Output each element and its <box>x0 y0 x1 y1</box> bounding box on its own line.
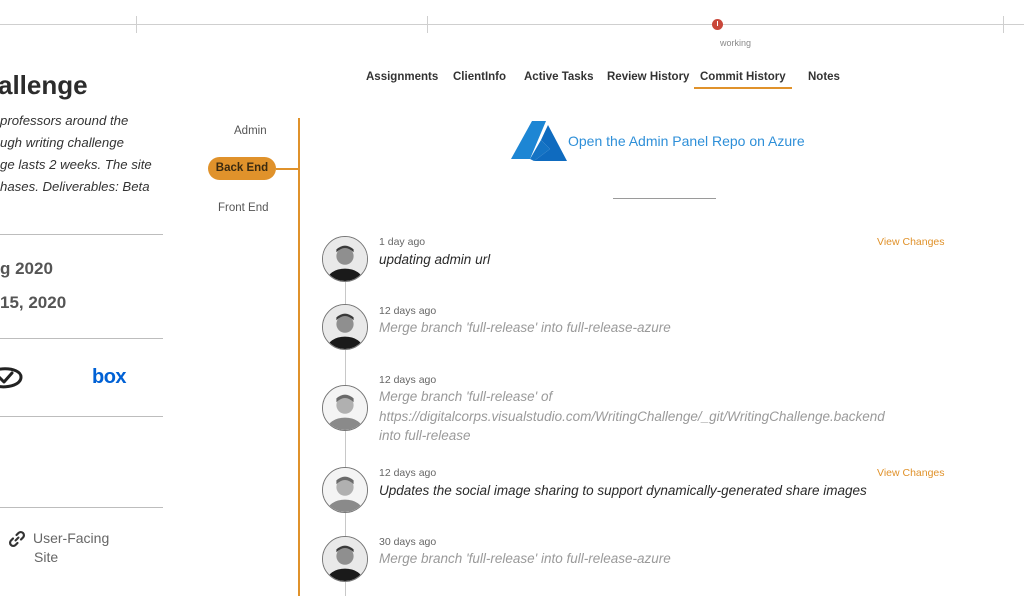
description-line: hases. Deliverables: Beta <box>0 179 150 194</box>
subnav-connector <box>276 168 298 170</box>
commit-message-line: Merge branch 'full-release' into full-re… <box>379 320 671 335</box>
project-end-date: 15, 2020 <box>0 293 67 312</box>
divider <box>0 234 163 235</box>
commit-time: 12 days ago <box>379 374 437 386</box>
commit-time: 12 days ago <box>379 305 437 317</box>
tab-notes[interactable]: Notes <box>808 71 840 83</box>
tab-clientinfo[interactable]: ClientInfo <box>453 71 506 83</box>
azure-logo-icon[interactable] <box>510 119 568 163</box>
view-changes-link[interactable]: View Changes <box>877 467 945 479</box>
project-title: allenge <box>0 70 88 100</box>
commit-author-avatar <box>322 467 368 513</box>
commit-message-line: Merge branch 'full-release' of <box>379 389 553 404</box>
subnav-front-end[interactable]: Front End <box>218 202 269 214</box>
subnav-back-end[interactable]: Back End <box>208 157 276 180</box>
tab-review-history[interactable]: Review History <box>607 71 689 83</box>
commit-author-avatar <box>322 536 368 582</box>
commit-message: Merge branch 'full-release' of https://d… <box>379 387 885 446</box>
description-line: ugh writing challenge <box>0 135 124 150</box>
description-line: ge lasts 2 weeks. The site <box>0 157 152 172</box>
site-label-line: Site <box>34 549 59 565</box>
commit-message-line: Updates the social image sharing to supp… <box>379 483 867 498</box>
timeline-tick <box>1003 16 1004 33</box>
box-logo[interactable]: box <box>92 366 127 389</box>
commit-author-avatar <box>322 385 368 431</box>
timeline-status-marker[interactable] <box>712 19 723 30</box>
description-line: professors around the <box>0 113 129 128</box>
commit-time: 12 days ago <box>379 467 437 479</box>
commit-time: 1 day ago <box>379 236 426 248</box>
commit-time: 30 days ago <box>379 536 437 548</box>
divider <box>0 507 163 508</box>
divider <box>613 198 716 199</box>
commit-message: Merge branch 'full-release' into full-re… <box>379 318 671 338</box>
project-description: professors around the ugh writing challe… <box>0 110 170 198</box>
tab-commit-history[interactable]: Commit History <box>694 71 792 89</box>
commit-message-line: https://digitalcorps.visualstudio.com/Wr… <box>379 408 885 424</box>
commit-message: Merge branch 'full-release' into full-re… <box>379 549 671 569</box>
divider <box>0 338 163 339</box>
view-changes-link[interactable]: View Changes <box>877 236 945 248</box>
commit-message-line: updating admin url <box>379 252 491 267</box>
divider <box>0 416 163 417</box>
link-icon[interactable] <box>8 530 26 548</box>
tab-active-tasks[interactable]: Active Tasks <box>524 71 593 83</box>
azure-repo-link[interactable]: Open the Admin Panel Repo on Azure <box>568 133 805 149</box>
project-info-panel: allenge professors around the ugh writin… <box>0 0 170 596</box>
commit-message-line: Merge branch 'full-release' into full-re… <box>379 551 671 566</box>
site-label-line: User-Facing <box>33 530 110 546</box>
commit-message: updating admin url <box>379 250 490 270</box>
timeline-tick <box>427 16 428 33</box>
commit-message-line: into full-release <box>379 428 471 443</box>
user-facing-site-link[interactable]: User-Facing Site <box>33 529 109 567</box>
tab-assignments[interactable]: Assignments <box>366 71 438 83</box>
commit-message: Updates the social image sharing to supp… <box>379 481 867 501</box>
commit-author-avatar <box>322 236 368 282</box>
subnav-rail <box>298 118 300 596</box>
project-start-date: g 2020 <box>0 259 53 278</box>
subnav-admin[interactable]: Admin <box>234 125 267 137</box>
basecamp-checkmark-icon[interactable] <box>0 360 24 394</box>
commit-author-avatar <box>322 304 368 350</box>
timeline-status-label: working <box>720 38 752 48</box>
